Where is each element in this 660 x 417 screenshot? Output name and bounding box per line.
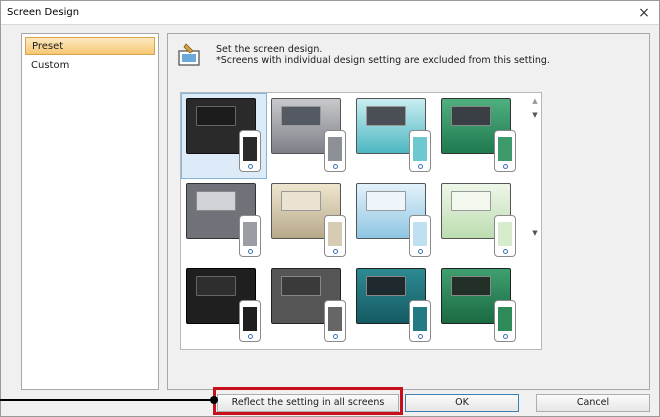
screen-design-icon [178,43,200,66]
ok-button[interactable]: OK [405,394,519,412]
preset-panel: Set the screen design. *Screens with ind… [167,33,650,390]
design-type-list: Preset Custom [21,33,159,390]
design-thumbnail[interactable] [267,94,351,178]
gallery-scrollbar[interactable]: ▲ ▼ ▼ [528,93,542,349]
design-thumbnail[interactable] [437,179,521,263]
close-icon[interactable]: × [633,3,655,23]
design-thumbnail[interactable] [267,264,351,348]
nav-item-custom[interactable]: Custom [25,57,155,75]
design-thumbnail[interactable] [181,93,267,179]
callout-leader-line [0,399,214,401]
description-line-2: *Screens with individual design setting … [216,55,550,66]
screen-design-dialog: Screen Design × Preset Custom Set the sc… [0,0,660,417]
description-line-1: Set the screen design. [216,44,323,55]
cancel-button[interactable]: Cancel [536,394,650,412]
window-title: Screen Design [7,7,80,18]
title-bar: Screen Design × [1,1,659,25]
callout-highlight-box [213,387,403,415]
scroll-up-icon[interactable]: ▲ [530,97,540,107]
design-thumbnail[interactable] [437,264,521,348]
design-thumbnail[interactable] [182,179,266,263]
design-gallery: ▲ ▼ ▼ [180,92,542,350]
scroll-down-icon[interactable]: ▼ [530,111,540,121]
design-thumbnail[interactable] [267,179,351,263]
design-thumbnail[interactable] [352,179,436,263]
callout-dot [210,396,218,404]
design-thumbnail[interactable] [352,264,436,348]
design-thumbnail[interactable] [182,264,266,348]
design-thumbnail[interactable] [352,94,436,178]
nav-item-preset[interactable]: Preset [25,37,155,55]
design-thumbnail[interactable] [437,94,521,178]
scroll-down-icon[interactable]: ▼ [530,229,540,239]
